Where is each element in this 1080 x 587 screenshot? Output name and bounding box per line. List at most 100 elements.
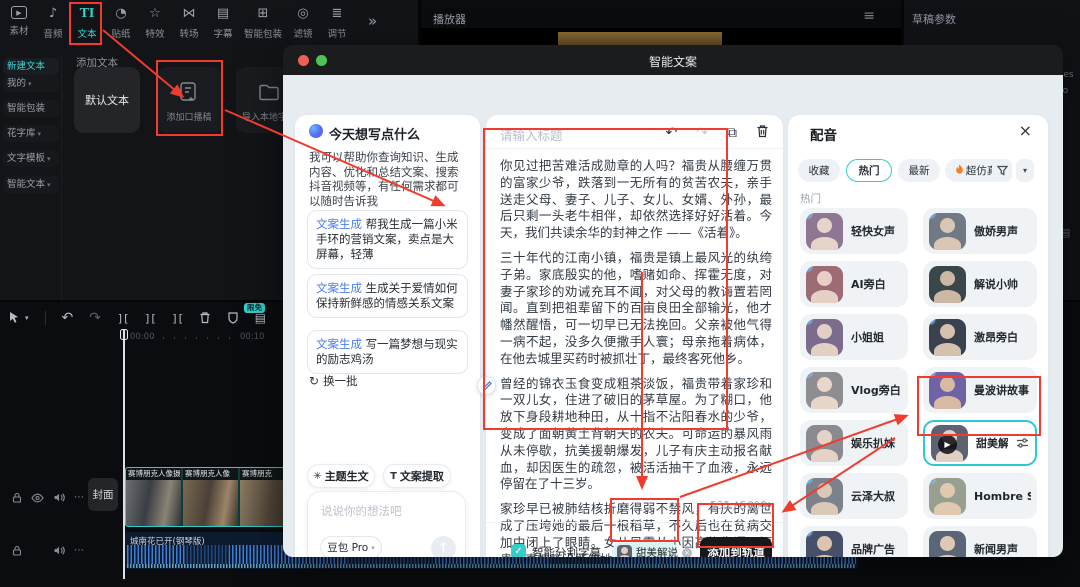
filter-icon[interactable] <box>992 159 1012 182</box>
video-clip[interactable]: 赛博朋克人像摄 <box>126 468 181 526</box>
voice-card[interactable]: ◆Vlog旁白 <box>800 367 908 413</box>
speaker-icon[interactable] <box>53 545 65 556</box>
effects-icon: ☆ <box>149 6 161 22</box>
add-to-track-button[interactable]: 添加到轨道 <box>700 537 772 557</box>
tab-audio[interactable]: ♪音频 <box>36 6 70 40</box>
voice-card[interactable]: ◆Hombre Seri... <box>923 473 1037 519</box>
text-icon: TI <box>80 6 95 22</box>
split-right-icon[interactable]: ][ <box>171 313 182 324</box>
default-text-card[interactable]: 默认文本 <box>74 67 140 133</box>
voice-card[interactable]: 解说小帅 <box>923 261 1037 307</box>
trash-icon[interactable] <box>756 124 769 141</box>
tab-smart-pack[interactable]: ⊞智能包装 <box>240 6 286 40</box>
clip-thumbnail <box>126 480 181 526</box>
voice-card[interactable]: 新闻男声 <box>923 526 1037 557</box>
voice-card[interactable]: ◆曼波讲故事 <box>923 367 1037 413</box>
vip-diamond-icon: ◆ <box>929 213 935 220</box>
model-selector[interactable]: 豆包 Pro▾ <box>320 536 382 557</box>
refresh-suggestions-button[interactable]: ↻换一批 <box>309 373 358 389</box>
redo-icon[interactable]: ↷ <box>89 311 101 325</box>
text-extract-button[interactable]: T文案提取 <box>383 464 451 488</box>
su ggestion-card[interactable]: 文案生成 生成关于爱情如何保持新鲜感的情感关系文案 <box>307 274 468 318</box>
refresh-icon: ↻ <box>309 374 319 388</box>
transition-icon: ⋈ <box>183 6 196 22</box>
split-left-icon[interactable]: ][ <box>144 313 155 324</box>
toolbar-more-icon[interactable]: » <box>368 6 377 30</box>
sidebar-item-mine[interactable]: 我的▾ <box>3 75 59 92</box>
undo-icon[interactable]: ↶ <box>666 126 678 140</box>
play-icon[interactable]: ▶ <box>938 435 957 454</box>
mask-icon[interactable] <box>227 311 239 326</box>
voice-card[interactable]: ◆AI旁白 <box>800 261 908 307</box>
chevron-down-icon: ▾ <box>28 80 32 88</box>
video-track[interactable]: 赛博朋克人像摄 赛博朋克人像 赛博朋克 <box>125 467 292 527</box>
topic-to-text-button[interactable]: ✳主题生文 <box>307 464 375 488</box>
tab-media[interactable]: ▶素材 <box>2 6 36 37</box>
tab-filters[interactable]: ◎滤镜 <box>286 6 320 40</box>
script-text-editor[interactable]: 你见过把苦难活成勋章的人吗？福贵从腰缠万贯的富家少爷，跌落到一无所有的贫苦农夫，… <box>500 158 772 557</box>
video-clip[interactable]: 赛博朋克人像 <box>183 468 238 526</box>
voice-card[interactable]: ◆傲娇男声 <box>923 208 1037 254</box>
suggestion-card[interactable]: 文案生成 帮我生成一篇小米手环的营销文案，卖点是大屏幕，轻薄 <box>307 210 468 269</box>
tab-captions[interactable]: ▤字幕 <box>206 6 240 40</box>
tab-text[interactable]: TI文本 <box>70 6 104 40</box>
selected-voice-pill[interactable]: 甜美解说 × <box>612 541 678 557</box>
speaker-icon[interactable] <box>53 492 65 503</box>
split-icon[interactable]: ][ <box>117 313 128 324</box>
player-menu-icon[interactable]: ≡ <box>863 8 875 24</box>
voice-card[interactable]: 娱乐扒妹 <box>800 420 908 466</box>
smart-split-checkbox[interactable]: ✓ <box>511 544 526 557</box>
undo-icon[interactable]: ↶ <box>62 311 74 325</box>
lock-icon[interactable] <box>12 492 22 503</box>
speech-doc-icon <box>178 81 200 109</box>
delete-icon[interactable] <box>199 311 211 326</box>
voice-card[interactable]: ◆小姐姐 <box>800 314 908 360</box>
cover-button[interactable]: 封面 <box>88 478 118 511</box>
ruler-ticks <box>152 337 238 339</box>
vip-diamond-icon: ◆ <box>806 213 812 220</box>
edit-pencil-icon[interactable] <box>477 376 496 395</box>
tab-transition[interactable]: ⋈转场 <box>172 6 206 40</box>
tab-adjust[interactable]: ≣调节 <box>320 6 354 40</box>
more-options-icon[interactable]: ⋯ <box>74 545 85 556</box>
title-input[interactable]: 请输入标题 <box>500 125 563 144</box>
cursor-chevron-icon[interactable]: ▾ <box>25 315 29 322</box>
sidebar-item-smart-pack[interactable]: 智能包装 <box>3 100 59 117</box>
app-window: ▶素材 ♪音频 TI文本 ◔贴纸 ☆特效 ⋈转场 ▤字幕 ⊞智能包装 ◎滤镜 ≣… <box>0 0 1080 587</box>
prompt-input[interactable]: 说说你的想法吧 豆包 Pro▾ ↑ <box>307 491 466 557</box>
chevron-down-icon: ▾ <box>38 130 42 138</box>
editor-toolbar: ↶ ↷ ⧉ <box>666 124 769 141</box>
text-doc-icon[interactable]: ▤ <box>255 312 266 324</box>
tab-hot[interactable]: 热门 <box>846 159 892 182</box>
tab-sticker[interactable]: ◔贴纸 <box>104 6 138 40</box>
voice-card[interactable]: ◆品牌广告 <box>800 526 908 557</box>
voice-card[interactable]: ◆轻快女声 <box>800 208 908 254</box>
tab-effects[interactable]: ☆特效 <box>138 6 172 40</box>
sidebar-item-text-templates[interactable]: 文字模板▾ <box>3 150 59 167</box>
copy-icon[interactable]: ⧉ <box>727 126 737 140</box>
lock-icon[interactable] <box>12 545 22 556</box>
more-options-icon[interactable]: ⋯ <box>74 492 85 503</box>
voice-settings-icon[interactable] <box>1016 434 1029 453</box>
sidebar-item-smart-text[interactable]: 智能文本▾ <box>3 176 59 193</box>
redo-icon[interactable]: ↷ <box>696 126 708 140</box>
voice-card[interactable]: ◆激昂旁白 <box>923 314 1037 360</box>
cursor-tool-icon[interactable] <box>8 311 21 326</box>
sidebar-item-new-text[interactable]: 新建文本 <box>3 58 59 75</box>
tab-favorites[interactable]: 收藏 <box>798 159 840 182</box>
clip-thumbnail <box>183 480 238 526</box>
prompt-placeholder: 说说你的想法吧 <box>321 503 402 519</box>
suggestion-card[interactable]: 文案生成 写一篇梦想与现实的励志鸡汤 <box>307 330 468 374</box>
voiceover-panel: 配音 × 收藏 热门 最新 超仿真 ▾ 热门 ◆轻快女声 ◆傲娇男声 ◆AI旁白… <box>788 115 1048 557</box>
tab-newest[interactable]: 最新 <box>898 159 940 182</box>
send-button[interactable]: ↑ <box>431 536 456 557</box>
chevron-down-icon[interactable]: ▾ <box>1016 159 1034 182</box>
voice-card-selected[interactable]: ▶ 甜美解说 <box>923 420 1037 466</box>
remove-voice-icon[interactable]: × <box>682 548 692 558</box>
voice-card[interactable]: ◆云泽大叔 <box>800 473 908 519</box>
eye-icon[interactable] <box>31 493 44 503</box>
sidebar-item-fancy-text[interactable]: 花字库▾ <box>3 125 59 142</box>
voice-avatar: ◆ <box>929 213 966 250</box>
add-speech-script-card[interactable]: 添加口播稿 <box>156 67 222 133</box>
close-icon[interactable]: × <box>1019 121 1032 140</box>
